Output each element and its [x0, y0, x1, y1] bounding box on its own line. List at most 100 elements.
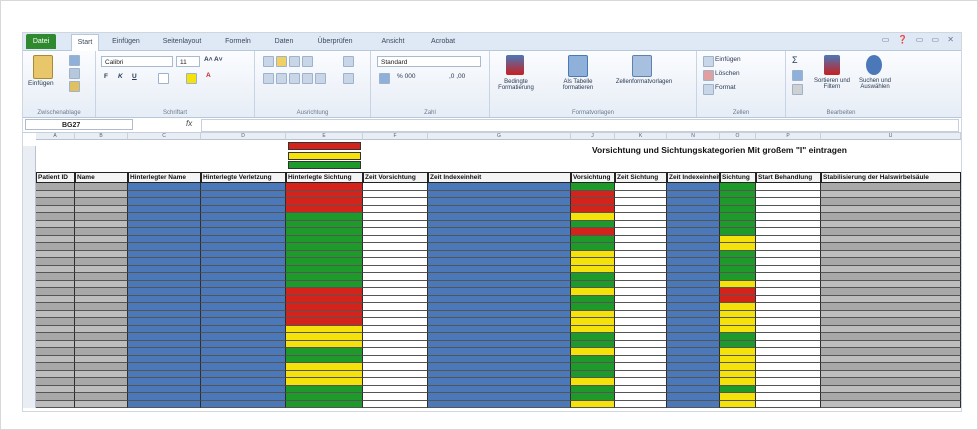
table-cell[interactable]	[36, 190, 75, 198]
column-header[interactable]: A	[36, 133, 75, 140]
table-cell[interactable]	[201, 393, 286, 401]
row-header[interactable]	[23, 340, 36, 348]
table-cell[interactable]	[756, 258, 821, 266]
tab-page-layout[interactable]: Seitenlayout	[158, 34, 206, 49]
table-cell[interactable]	[36, 205, 75, 213]
row-header[interactable]	[23, 325, 36, 333]
table-cell[interactable]	[571, 333, 615, 341]
tab-file[interactable]: Datei	[26, 34, 56, 49]
table-cell[interactable]	[36, 295, 75, 303]
table-cell[interactable]	[286, 393, 363, 401]
table-cell[interactable]	[571, 273, 615, 281]
table-cell[interactable]	[720, 258, 756, 266]
table-cell[interactable]	[571, 235, 615, 243]
fill-icon[interactable]	[792, 70, 803, 81]
table-cell[interactable]	[756, 333, 821, 341]
table-cell[interactable]	[667, 363, 720, 371]
function-icon[interactable]: fx	[186, 119, 192, 128]
table-cell[interactable]	[286, 385, 363, 393]
table-cell[interactable]	[615, 288, 667, 296]
table-cell[interactable]	[201, 273, 286, 281]
number-format-combo[interactable]: Standard	[377, 56, 481, 67]
column-title[interactable]: Sichtung	[720, 172, 756, 183]
table-cell[interactable]	[667, 385, 720, 393]
format-as-table-button[interactable]: Als Tabelle formatieren	[556, 79, 600, 91]
row-header[interactable]	[23, 400, 36, 408]
table-cell[interactable]	[36, 363, 75, 371]
table-cell[interactable]	[667, 295, 720, 303]
table-cell[interactable]	[201, 280, 286, 288]
table-cell[interactable]	[428, 355, 571, 363]
table-cell[interactable]	[720, 205, 756, 213]
tab-data[interactable]: Daten	[268, 34, 300, 49]
fill-color-icon[interactable]	[186, 73, 197, 84]
table-cell[interactable]	[428, 190, 571, 198]
table-cell[interactable]	[428, 400, 571, 408]
table-cell[interactable]	[615, 340, 667, 348]
table-cell[interactable]	[756, 318, 821, 326]
column-title[interactable]: Stabilisierung der Halswirbelsäule	[821, 172, 961, 183]
table-cell[interactable]	[36, 258, 75, 266]
format-cells-icon[interactable]	[703, 84, 714, 95]
table-cell[interactable]	[615, 393, 667, 401]
column-title[interactable]: Hinterlegte Verletzung	[201, 172, 286, 183]
table-cell[interactable]	[428, 273, 571, 281]
align-center-icon[interactable]	[276, 73, 287, 84]
column-header[interactable]: C	[128, 133, 201, 140]
table-cell[interactable]	[128, 190, 201, 198]
table-cell[interactable]	[756, 310, 821, 318]
row-header[interactable]	[23, 243, 36, 251]
table-cell[interactable]	[36, 378, 75, 386]
table-cell[interactable]	[720, 363, 756, 371]
table-cell[interactable]	[821, 348, 961, 356]
table-cell[interactable]	[363, 235, 428, 243]
table-cell[interactable]	[821, 295, 961, 303]
table-cell[interactable]	[821, 190, 961, 198]
row-header[interactable]	[23, 295, 36, 303]
row-header[interactable]	[23, 288, 36, 296]
table-cell[interactable]	[128, 348, 201, 356]
row-header[interactable]	[23, 175, 36, 183]
table-cell[interactable]	[667, 265, 720, 273]
table-cell[interactable]	[36, 183, 75, 191]
table-cell[interactable]	[363, 228, 428, 236]
table-cell[interactable]	[36, 310, 75, 318]
table-cell[interactable]	[667, 318, 720, 326]
row-header[interactable]	[23, 370, 36, 378]
align-left-icon[interactable]	[263, 73, 274, 84]
sort-filter-icon[interactable]	[824, 55, 840, 75]
table-cell[interactable]	[428, 258, 571, 266]
table-cell[interactable]	[36, 325, 75, 333]
table-cell[interactable]	[128, 183, 201, 191]
table-cell[interactable]	[720, 385, 756, 393]
table-cell[interactable]	[571, 363, 615, 371]
table-cell[interactable]	[286, 190, 363, 198]
table-cell[interactable]	[363, 273, 428, 281]
table-cell[interactable]	[720, 303, 756, 311]
table-cell[interactable]	[720, 243, 756, 251]
table-cell[interactable]	[667, 340, 720, 348]
table-cell[interactable]	[821, 250, 961, 258]
table-cell[interactable]	[201, 340, 286, 348]
table-cell[interactable]	[75, 310, 128, 318]
column-title[interactable]: Zeit Sichtung	[615, 172, 667, 183]
orientation-icon[interactable]	[302, 56, 313, 67]
table-cell[interactable]	[615, 400, 667, 408]
table-cell[interactable]	[756, 378, 821, 386]
table-cell[interactable]	[667, 393, 720, 401]
font-name-combo[interactable]: Calibri	[101, 56, 173, 67]
delete-cells-button[interactable]: Löschen	[715, 70, 740, 77]
table-cell[interactable]	[615, 370, 667, 378]
table-cell[interactable]	[571, 355, 615, 363]
table-cell[interactable]	[756, 213, 821, 221]
row-header[interactable]	[23, 220, 36, 228]
table-cell[interactable]	[667, 213, 720, 221]
table-cell[interactable]	[128, 355, 201, 363]
table-cell[interactable]	[667, 273, 720, 281]
table-cell[interactable]	[201, 198, 286, 206]
column-header[interactable]: O	[720, 133, 756, 140]
table-cell[interactable]	[720, 400, 756, 408]
table-cell[interactable]	[428, 333, 571, 341]
row-header[interactable]	[23, 393, 36, 401]
table-cell[interactable]	[667, 288, 720, 296]
